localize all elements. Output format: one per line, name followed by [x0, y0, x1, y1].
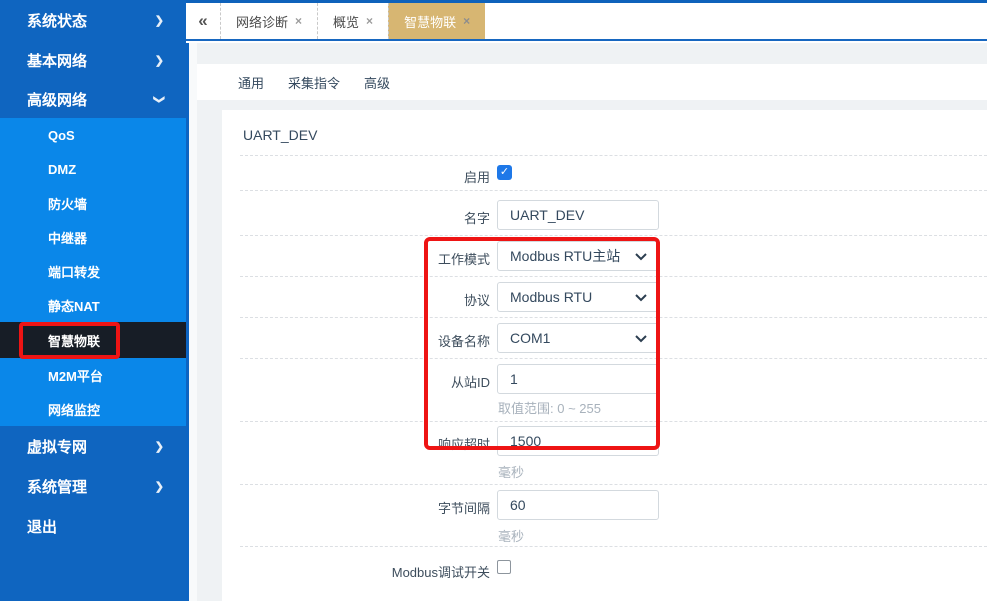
close-icon[interactable]: × [463, 14, 470, 28]
collapse-tabs-button[interactable]: « [186, 3, 220, 39]
device-name-select[interactable]: COM1 [497, 323, 659, 353]
sidebar-item-label: 高级网络 [27, 89, 87, 110]
close-icon[interactable]: × [295, 14, 302, 28]
sidebar: 系统状态 ❯ 基本网络 ❯ 高级网络 ❯ QoS DMZ 防火墙 中继器 端口转… [0, 0, 186, 601]
sidebar-item-port-forwarding[interactable]: 端口转发 [0, 254, 186, 288]
tab-label: 智慧物联 [404, 12, 456, 31]
sidebar-item-basic-network[interactable]: 基本网络 ❯ [0, 40, 186, 80]
section-title: UART_DEV [243, 127, 317, 143]
check-icon: ✓ [500, 166, 509, 178]
selected-value: Modbus RTU [510, 289, 592, 305]
name-input[interactable] [497, 200, 659, 230]
sidebar-item-dmz[interactable]: DMZ [0, 152, 186, 186]
chevron-down-icon: ❯ [153, 94, 166, 103]
divider [240, 235, 987, 236]
tab-general[interactable]: 通用 [238, 73, 264, 92]
tab-label: 概览 [333, 12, 359, 31]
byte-interval-label: 字节间隔 [240, 498, 490, 517]
close-icon[interactable]: × [366, 14, 373, 28]
tab-bar: « 网络诊断 × 概览 × 智慧物联 × [186, 3, 987, 41]
divider [240, 484, 987, 485]
sidebar-item-advanced-network[interactable]: 高级网络 ❯ [0, 80, 186, 118]
slave-id-hint: 取值范围: 0 ~ 255 [498, 398, 601, 417]
sidebar-item-label: 基本网络 [27, 50, 87, 71]
divider [240, 276, 987, 277]
chevron-right-icon: ❯ [155, 480, 164, 493]
response-timeout-hint: 毫秒 [498, 462, 524, 481]
sub-tab-bar: 通用 采集指令 高级 [197, 64, 987, 100]
sidebar-item-system-management[interactable]: 系统管理 ❯ [0, 466, 186, 506]
enable-checkbox[interactable]: ✓ [497, 165, 512, 180]
tab-label: 网络诊断 [236, 12, 288, 31]
chevron-right-icon: ❯ [155, 14, 164, 27]
name-label: 名字 [240, 208, 490, 227]
work-mode-label: 工作模式 [240, 249, 490, 268]
modbus-debug-checkbox[interactable] [497, 560, 511, 574]
slave-id-label: 从站ID [240, 372, 490, 391]
response-timeout-label: 响应超时 [240, 434, 490, 453]
sidebar-item-label: 虚拟专网 [27, 436, 87, 457]
divider [240, 317, 987, 318]
protocol-select[interactable]: Modbus RTU [497, 282, 659, 312]
chevron-down-icon [635, 253, 647, 261]
protocol-label: 协议 [240, 290, 490, 309]
divider [240, 358, 987, 359]
sidebar-item-label: 退出 [27, 516, 57, 537]
selected-value: COM1 [510, 330, 550, 346]
sidebar-item-label: 系统状态 [27, 10, 87, 31]
divider [240, 190, 987, 191]
work-mode-select[interactable]: Modbus RTU主站 [497, 241, 659, 271]
sidebar-item-qos[interactable]: QoS [0, 118, 186, 152]
sidebar-item-system-status[interactable]: 系统状态 ❯ [0, 0, 186, 40]
divider [240, 155, 987, 156]
divider [240, 421, 987, 422]
tab-network-diagnosis[interactable]: 网络诊断 × [220, 3, 317, 39]
main-area: « 网络诊断 × 概览 × 智慧物联 × 通用 采集指令 高级 UART_DEV [186, 0, 987, 601]
left-gutter [189, 43, 197, 601]
tab-advanced[interactable]: 高级 [364, 73, 390, 92]
sidebar-item-firewall[interactable]: 防火墙 [0, 186, 186, 220]
response-timeout-input[interactable] [497, 426, 659, 456]
sidebar-item-repeater[interactable]: 中继器 [0, 220, 186, 254]
chevron-right-icon: ❯ [155, 440, 164, 453]
sidebar-item-m2m-platform[interactable]: M2M平台 [0, 358, 186, 392]
byte-interval-input[interactable] [497, 490, 659, 520]
tab-smart-iot[interactable]: 智慧物联 × [388, 3, 485, 39]
sidebar-item-static-nat[interactable]: 静态NAT [0, 288, 186, 322]
collapse-icon: « [198, 11, 207, 31]
device-name-label: 设备名称 [240, 331, 490, 350]
chevron-down-icon [635, 335, 647, 343]
chevron-right-icon: ❯ [155, 54, 164, 67]
selected-value: Modbus RTU主站 [510, 246, 620, 266]
tab-collection-command[interactable]: 采集指令 [288, 73, 340, 92]
sidebar-item-logout[interactable]: 退出 [0, 506, 186, 546]
byte-interval-hint: 毫秒 [498, 526, 524, 545]
sidebar-item-network-monitor[interactable]: 网络监控 [0, 392, 186, 426]
divider [240, 546, 987, 547]
sidebar-item-label: 系统管理 [27, 476, 87, 497]
sidebar-item-vpn[interactable]: 虚拟专网 ❯ [0, 426, 186, 466]
chevron-down-icon [635, 294, 647, 302]
tab-overview[interactable]: 概览 × [317, 3, 388, 39]
slave-id-input[interactable] [497, 364, 659, 394]
modbus-debug-label: Modbus调试开关 [240, 562, 490, 581]
form-card: UART_DEV 启用 ✓ 名字 工作模式 Modbus RTU主站 协议 Mo… [222, 110, 987, 601]
sidebar-submenu: QoS DMZ 防火墙 中继器 端口转发 静态NAT 智慧物联 M2M平台 网络… [0, 118, 186, 426]
enable-label: 启用 [240, 167, 490, 186]
sidebar-item-smart-iot[interactable]: 智慧物联 [0, 322, 186, 358]
